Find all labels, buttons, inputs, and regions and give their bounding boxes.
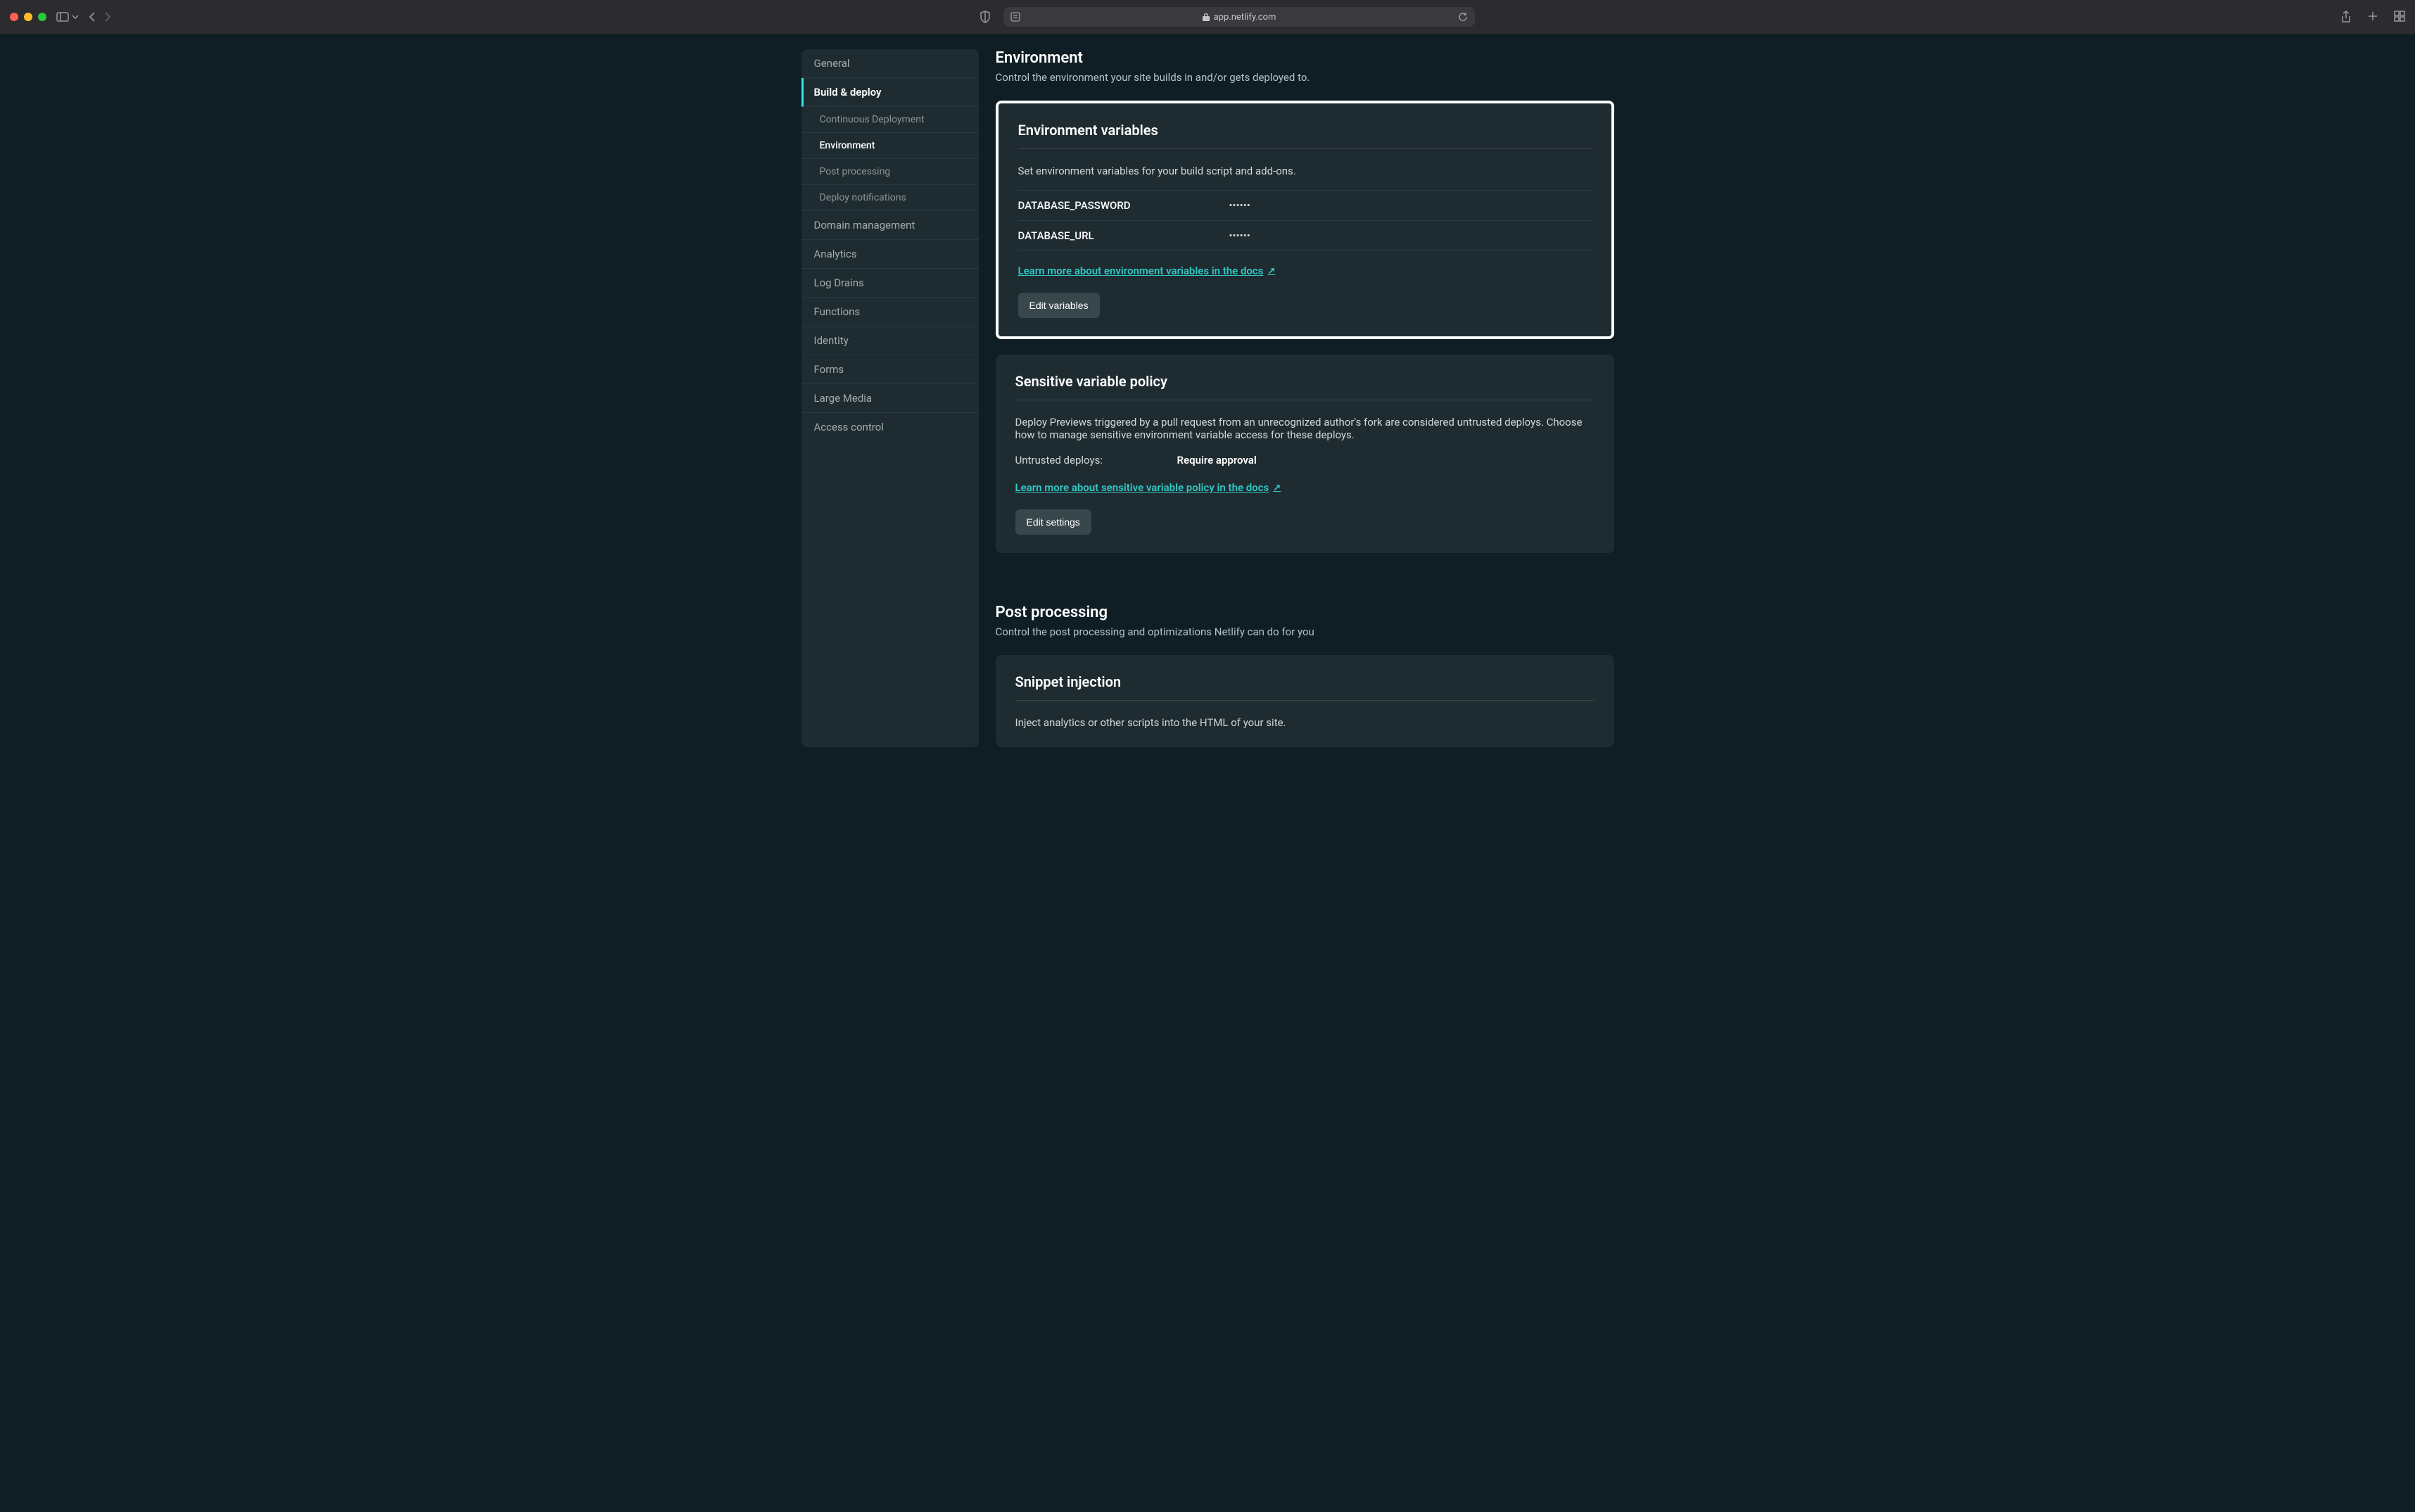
sidebar-subitem-label: Continuous Deployment bbox=[820, 114, 925, 125]
lock-icon bbox=[1203, 13, 1210, 21]
sidebar-toggle-button[interactable] bbox=[56, 12, 79, 22]
card-sensitive-policy: Sensitive variable policy Deploy Preview… bbox=[996, 355, 1614, 553]
env-var-key: DATABASE_URL bbox=[1018, 229, 1229, 242]
sidebar-item-label: Identity bbox=[814, 334, 849, 347]
sidebar-subitem-label: Deploy notifications bbox=[820, 192, 906, 203]
privacy-shield-button[interactable] bbox=[977, 11, 994, 23]
new-tab-button[interactable] bbox=[2367, 11, 2378, 23]
section-heading-post-processing: Post processing bbox=[996, 604, 1614, 621]
policy-row: Untrusted deploys: Require approval bbox=[1015, 454, 1595, 466]
sensitive-policy-docs-link[interactable]: Learn more about sensitive variable poli… bbox=[1015, 481, 1281, 494]
nav-arrows bbox=[89, 11, 111, 23]
sidebar-item-forms[interactable]: Forms bbox=[801, 355, 979, 384]
card-title: Sensitive variable policy bbox=[1015, 373, 1595, 400]
sidebar-item-label: General bbox=[814, 57, 850, 70]
sidebar-item-log-drains[interactable]: Log Drains bbox=[801, 269, 979, 298]
env-var-row: DATABASE_URL •••••• bbox=[1018, 221, 1592, 251]
sidebar-subitem-deploy-notifications[interactable]: Deploy notifications bbox=[801, 185, 979, 211]
close-window-button[interactable] bbox=[10, 13, 18, 21]
edit-settings-button[interactable]: Edit settings bbox=[1015, 509, 1091, 535]
external-link-icon: ↗ bbox=[1273, 483, 1281, 493]
chevron-down-icon bbox=[72, 15, 79, 19]
policy-value: Require approval bbox=[1177, 454, 1257, 466]
sidebar-item-label: Log Drains bbox=[814, 277, 864, 289]
section-subheading-post-processing: Control the post processing and optimiza… bbox=[996, 625, 1614, 638]
main-content: Environment Control the environment your… bbox=[996, 49, 1614, 747]
section-subheading-environment: Control the environment your site builds… bbox=[996, 71, 1614, 84]
env-vars-docs-link[interactable]: Learn more about environment variables i… bbox=[1018, 265, 1276, 277]
sidebar-item-label: Analytics bbox=[814, 248, 857, 260]
window-controls bbox=[10, 13, 46, 21]
env-var-key: DATABASE_PASSWORD bbox=[1018, 199, 1229, 212]
sidebar-item-functions[interactable]: Functions bbox=[801, 298, 979, 326]
sidebar-item-label: Domain management bbox=[814, 219, 915, 231]
sidebar-item-analytics[interactable]: Analytics bbox=[801, 240, 979, 269]
forward-button[interactable] bbox=[104, 11, 111, 23]
edit-variables-button[interactable]: Edit variables bbox=[1018, 293, 1100, 318]
env-var-value: •••••• bbox=[1229, 229, 1250, 242]
back-button[interactable] bbox=[89, 11, 96, 23]
external-link-icon: ↗ bbox=[1267, 266, 1275, 277]
sidebar-item-domain-management[interactable]: Domain management bbox=[801, 211, 979, 240]
card-description: Inject analytics or other scripts into t… bbox=[1015, 716, 1595, 729]
sidebar-item-identity[interactable]: Identity bbox=[801, 326, 979, 355]
sidebar-item-general[interactable]: General bbox=[801, 49, 979, 78]
policy-label: Untrusted deploys: bbox=[1015, 454, 1177, 466]
sidebar-subitem-label: Post processing bbox=[820, 166, 891, 177]
settings-sidebar: General Build & deploy Continuous Deploy… bbox=[801, 49, 979, 747]
sidebar-item-access-control[interactable]: Access control bbox=[801, 413, 979, 441]
sidebar-item-label: Forms bbox=[814, 363, 844, 376]
env-var-value: •••••• bbox=[1229, 199, 1250, 212]
sidebar-item-build-deploy[interactable]: Build & deploy bbox=[801, 78, 979, 107]
maximize-window-button[interactable] bbox=[38, 13, 46, 21]
card-description: Set environment variables for your build… bbox=[1018, 165, 1592, 177]
browser-chrome: app.netlify.com bbox=[0, 0, 2415, 34]
url-text: app.netlify.com bbox=[1214, 12, 1276, 23]
sidebar-item-label: Functions bbox=[814, 305, 861, 318]
tab-overview-button[interactable] bbox=[2394, 11, 2405, 23]
link-text: Learn more about sensitive variable poli… bbox=[1015, 481, 1269, 494]
sidebar-item-large-media[interactable]: Large Media bbox=[801, 384, 979, 413]
card-title: Snippet injection bbox=[1015, 673, 1595, 701]
minimize-window-button[interactable] bbox=[24, 13, 32, 21]
section-heading-environment: Environment bbox=[996, 49, 1614, 67]
sidebar-subitem-label: Environment bbox=[820, 140, 875, 151]
env-var-table: DATABASE_PASSWORD •••••• DATABASE_URL ••… bbox=[1018, 190, 1592, 251]
sidebar-subitem-post-processing[interactable]: Post processing bbox=[801, 159, 979, 185]
sidebar-subitem-environment[interactable]: Environment bbox=[801, 133, 979, 159]
sidebar-item-label: Access control bbox=[814, 421, 884, 433]
link-text: Learn more about environment variables i… bbox=[1018, 265, 1264, 277]
card-environment-variables: Environment variables Set environment va… bbox=[996, 101, 1614, 339]
env-var-row: DATABASE_PASSWORD •••••• bbox=[1018, 190, 1592, 221]
refresh-button[interactable] bbox=[1458, 12, 1468, 22]
sidebar-item-label: Build & deploy bbox=[814, 86, 882, 99]
reader-mode-button[interactable] bbox=[1010, 12, 1020, 22]
sidebar-subitem-continuous-deployment[interactable]: Continuous Deployment bbox=[801, 107, 979, 133]
card-description: Deploy Previews triggered by a pull requ… bbox=[1015, 416, 1595, 441]
address-bar[interactable]: app.netlify.com bbox=[1003, 7, 1475, 27]
sidebar-item-label: Large Media bbox=[814, 392, 873, 405]
card-title: Environment variables bbox=[1018, 122, 1592, 149]
share-button[interactable] bbox=[2340, 11, 2352, 23]
card-snippet-injection: Snippet injection Inject analytics or ot… bbox=[996, 655, 1614, 747]
